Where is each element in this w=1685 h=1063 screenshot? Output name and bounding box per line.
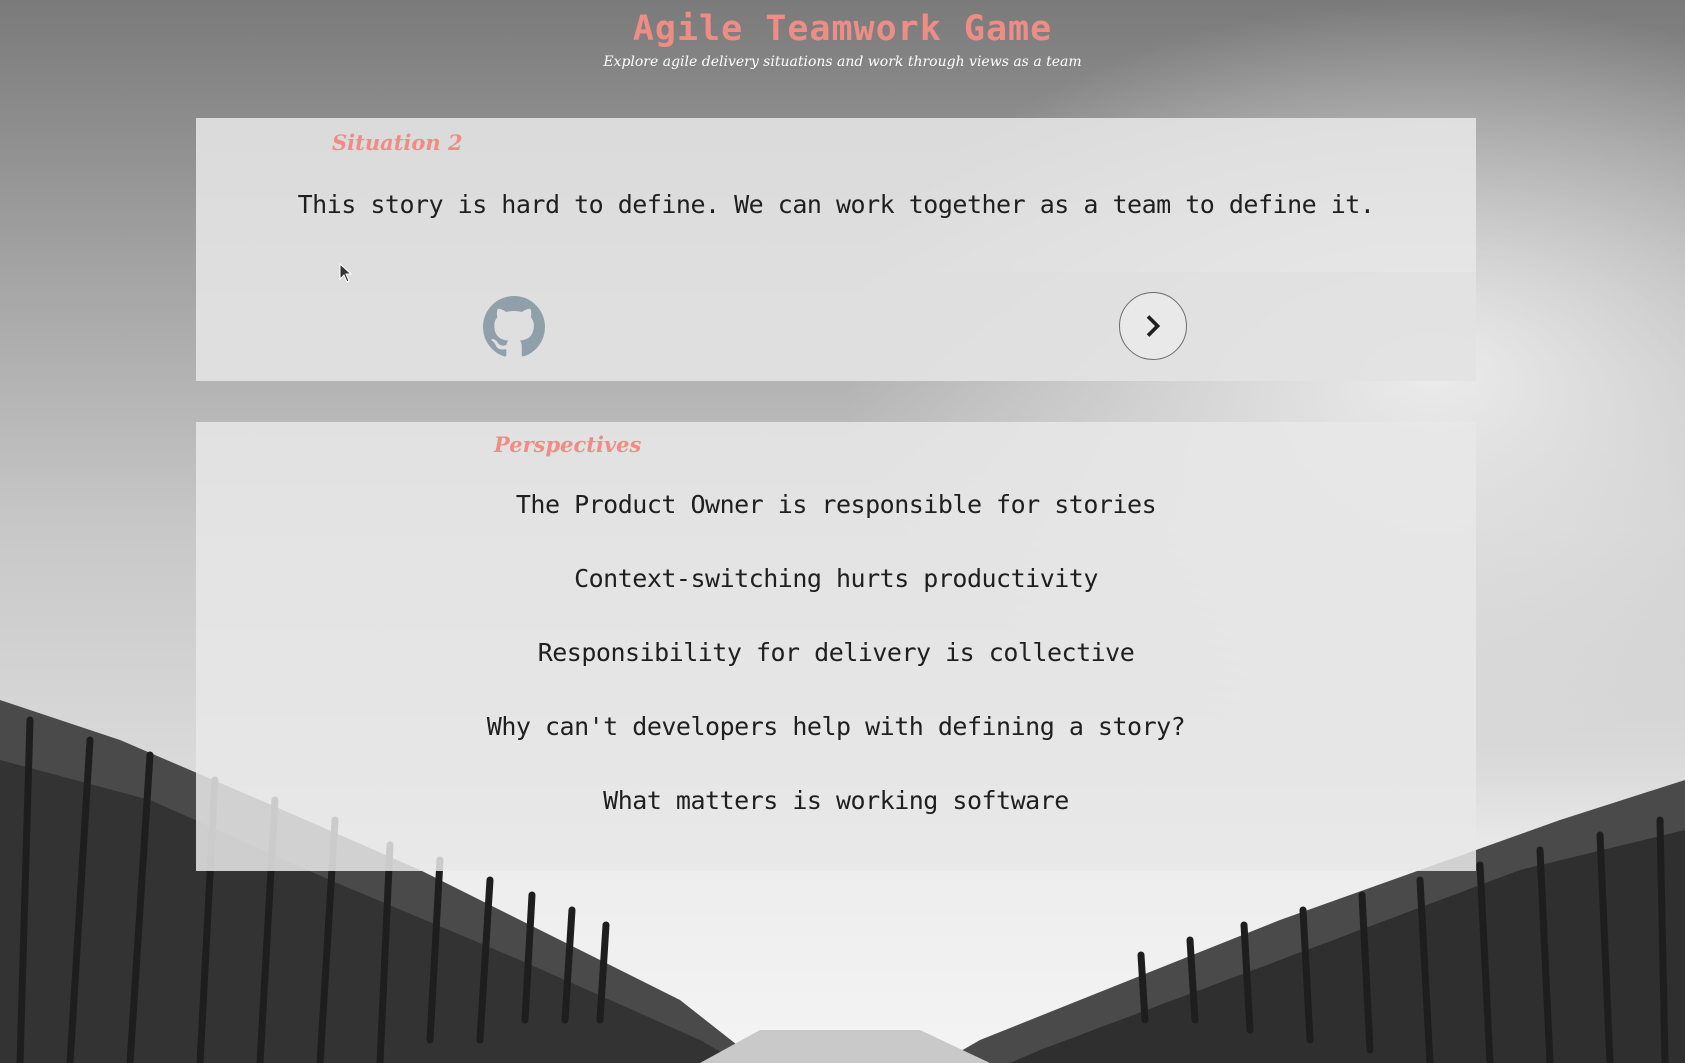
mouse-pointer-icon	[339, 263, 353, 283]
situation-text: This story is hard to define. We can wor…	[297, 190, 1375, 219]
page-header: Agile Teamwork Game Explore agile delive…	[0, 0, 1685, 70]
app-title: Agile Teamwork Game	[632, 9, 1053, 49]
situation-controls-bar	[196, 272, 1476, 381]
situation-panel: Situation 2 This story is hard to define…	[196, 118, 1476, 381]
perspective-item[interactable]: Context-switching hurts productivity	[196, 564, 1476, 638]
perspective-item[interactable]: Responsibility for delivery is collectiv…	[196, 638, 1476, 712]
perspectives-title: Perspectives	[494, 432, 642, 457]
next-situation-button[interactable]	[1119, 292, 1187, 360]
perspective-item[interactable]: The Product Owner is responsible for sto…	[196, 490, 1476, 564]
perspective-list: The Product Owner is responsible for sto…	[196, 490, 1476, 860]
situation-title: Situation 2	[332, 130, 463, 155]
chevron-right-icon	[1146, 315, 1161, 337]
app-subtitle: Explore agile delivery situations and wo…	[603, 54, 1082, 70]
perspective-item[interactable]: Why can't developers help with defining …	[196, 712, 1476, 786]
github-icon	[483, 296, 545, 357]
perspective-item[interactable]: What matters is working software	[196, 786, 1476, 860]
perspectives-panel: Perspectives The Product Owner is respon…	[196, 422, 1476, 871]
github-link[interactable]	[483, 296, 545, 358]
